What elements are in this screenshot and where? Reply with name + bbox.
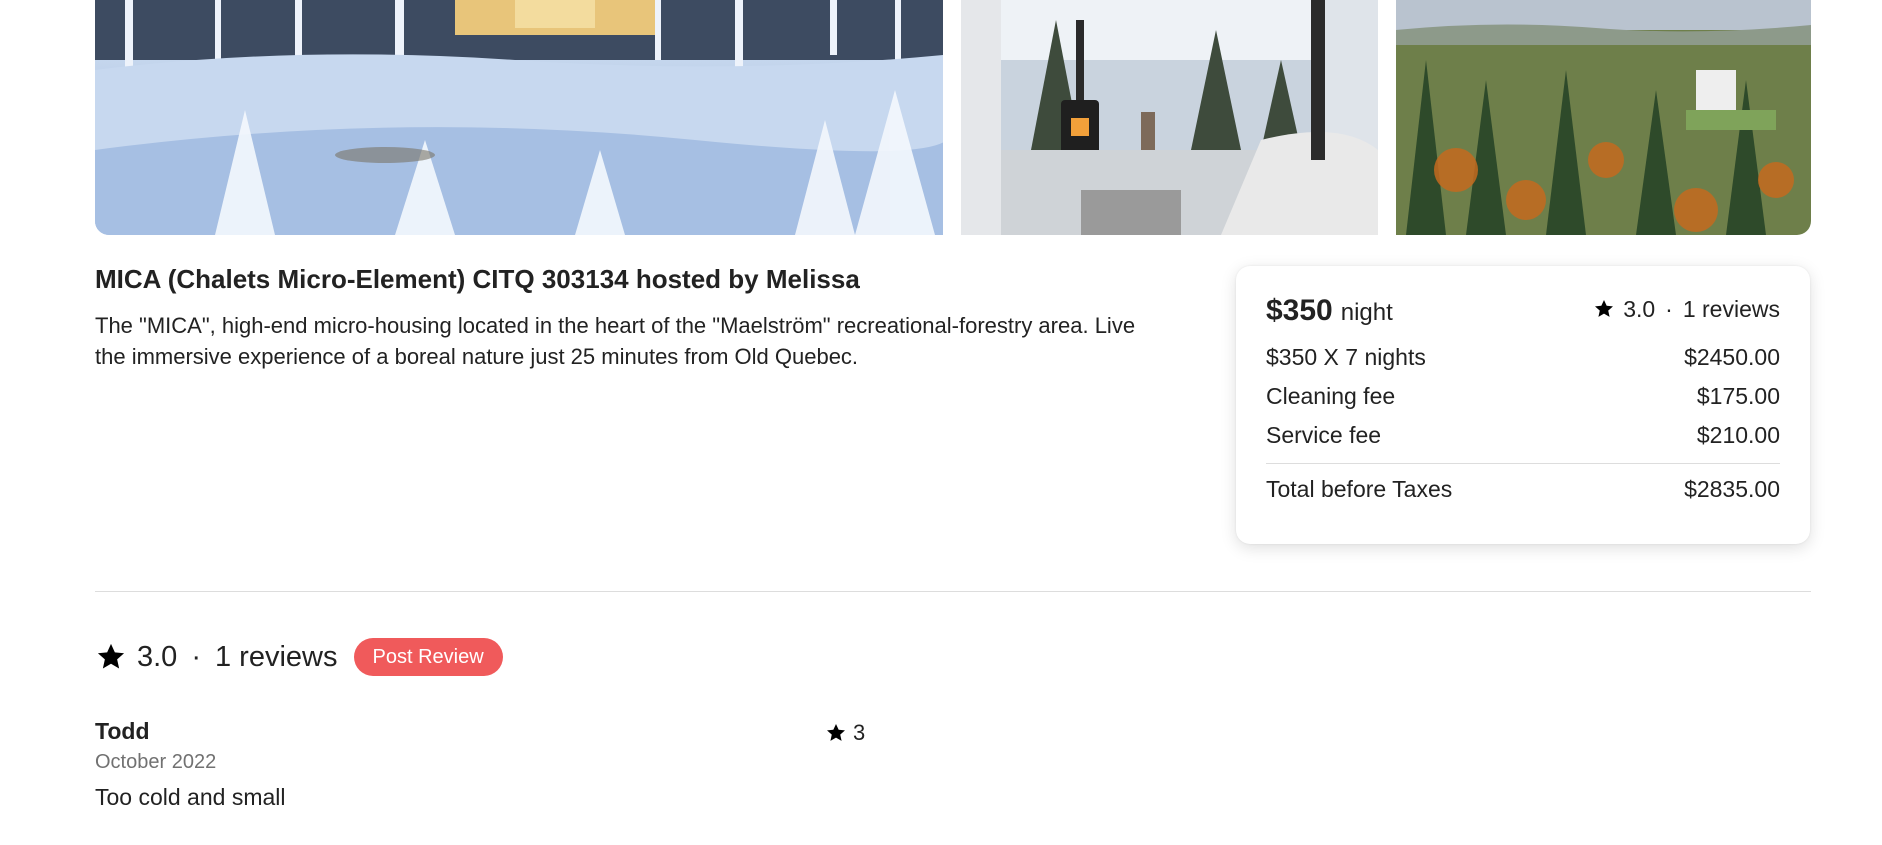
fee-amount: $210.00 [1696, 422, 1780, 448]
listing-title: MICA (Chalets Micro-Element) CITQ 303134… [95, 264, 860, 294]
fee-row-nights: $350 X 7 nights $2450.00 [1266, 338, 1780, 377]
reviews-rating: 3.0 [137, 640, 178, 673]
photo-winter-forest[interactable] [95, 0, 943, 235]
reviewer-name: Todd [95, 718, 150, 744]
reviews-separator: · [191, 640, 201, 673]
fee-row-cleaning: Cleaning fee $175.00 [1266, 377, 1780, 416]
review-stars: 3 [853, 720, 866, 745]
photo-gallery [95, 0, 1811, 235]
card-rating: 3.0 · 1 reviews [1593, 296, 1780, 323]
card-divider [1266, 463, 1780, 464]
review-date: October 2022 [95, 751, 217, 773]
booking-card: $350 night 3.0 · 1 reviews $350 X 7 night… [1236, 266, 1810, 544]
photo-interior-fireplace[interactable] [961, 0, 1378, 235]
fee-label: Service fee [1266, 422, 1382, 448]
fee-label: $350 X 7 nights [1266, 344, 1426, 370]
star-icon [825, 722, 847, 744]
fee-row-service: Service fee $210.00 [1266, 416, 1780, 455]
review-text: Too cold and small [95, 784, 286, 810]
price-unit: night [1340, 299, 1393, 326]
fee-amount: $175.00 [1696, 383, 1780, 409]
review-item: Todd October 2022 Too cold and small 3 [95, 718, 895, 811]
section-divider [95, 591, 1811, 592]
card-rating-value: 3.0 [1623, 295, 1656, 322]
post-review-button[interactable]: Post Review [353, 638, 503, 676]
photo-autumn-aerial[interactable] [1396, 0, 1811, 235]
reviews-count: 1 reviews [215, 640, 338, 673]
fee-amount: $2450.00 [1684, 344, 1780, 370]
reviews-header: 3.0 · 1 reviews Post Review [95, 636, 503, 678]
card-rating-separator: · [1665, 295, 1673, 322]
nightly-price: $350 night [1266, 294, 1393, 328]
card-review-count: 1 reviews [1682, 295, 1780, 322]
price-value: $350 [1266, 294, 1333, 327]
star-icon [95, 641, 127, 673]
total-amount: $2835.00 [1684, 476, 1780, 502]
total-label: Total before Taxes [1266, 476, 1453, 502]
booking-card-header: $350 night 3.0 · 1 reviews [1266, 294, 1780, 338]
total-row: Total before Taxes $2835.00 [1266, 470, 1780, 509]
review-rating: 3 [825, 720, 865, 746]
fee-label: Cleaning fee [1266, 383, 1396, 409]
listing-description: The "MICA", high-end micro-housing locat… [95, 313, 1136, 369]
star-icon [1593, 298, 1615, 320]
